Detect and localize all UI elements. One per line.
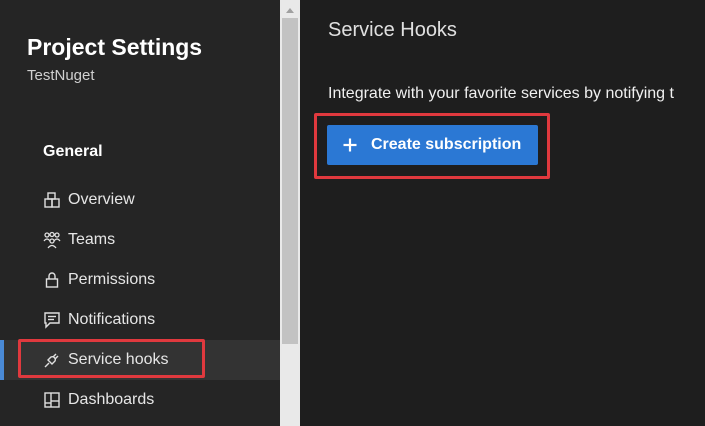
dashboards-icon bbox=[42, 390, 62, 410]
sidebar-item-label: Permissions bbox=[68, 271, 156, 288]
create-subscription-label: Create subscription bbox=[371, 136, 522, 153]
sidebar-item-service-hooks[interactable]: Service hooks bbox=[0, 340, 280, 380]
overview-icon bbox=[42, 190, 62, 210]
scroll-up-arrow-icon[interactable] bbox=[286, 8, 294, 13]
sidebar-scrollbar[interactable] bbox=[280, 0, 300, 426]
notifications-icon bbox=[42, 310, 62, 330]
sidebar: Project Settings TestNuget General Overv… bbox=[0, 0, 280, 426]
sidebar-item-teams[interactable]: Teams bbox=[0, 220, 280, 260]
sidebar-item-label: Dashboards bbox=[68, 391, 155, 408]
scrollbar-thumb[interactable] bbox=[282, 18, 298, 344]
plus-icon bbox=[342, 137, 358, 153]
main-content: Service Hooks Integrate with your favori… bbox=[300, 0, 705, 426]
sidebar-item-label: Overview bbox=[68, 191, 135, 208]
selected-indicator bbox=[0, 340, 4, 380]
sidebar-item-permissions[interactable]: Permissions bbox=[0, 260, 280, 300]
page-title: Service Hooks bbox=[328, 19, 457, 41]
sidebar-item-label: Notifications bbox=[68, 311, 156, 328]
lock-icon bbox=[42, 270, 62, 290]
sidebar-item-overview[interactable]: Overview bbox=[0, 180, 280, 220]
sidebar-item-dashboards[interactable]: Dashboards bbox=[0, 380, 280, 420]
page-description: Integrate with your favorite services by… bbox=[328, 85, 674, 102]
sidebar-item-label: Service hooks bbox=[68, 351, 169, 368]
section-heading-general: General bbox=[43, 143, 103, 160]
teams-icon bbox=[42, 230, 62, 250]
create-subscription-button[interactable]: Create subscription bbox=[327, 125, 538, 165]
sidebar-item-label: Teams bbox=[68, 231, 116, 248]
project-name: TestNuget bbox=[27, 67, 95, 84]
project-settings-title: Project Settings bbox=[27, 34, 203, 60]
plug-icon bbox=[42, 350, 62, 370]
sidebar-item-notifications[interactable]: Notifications bbox=[0, 300, 280, 340]
